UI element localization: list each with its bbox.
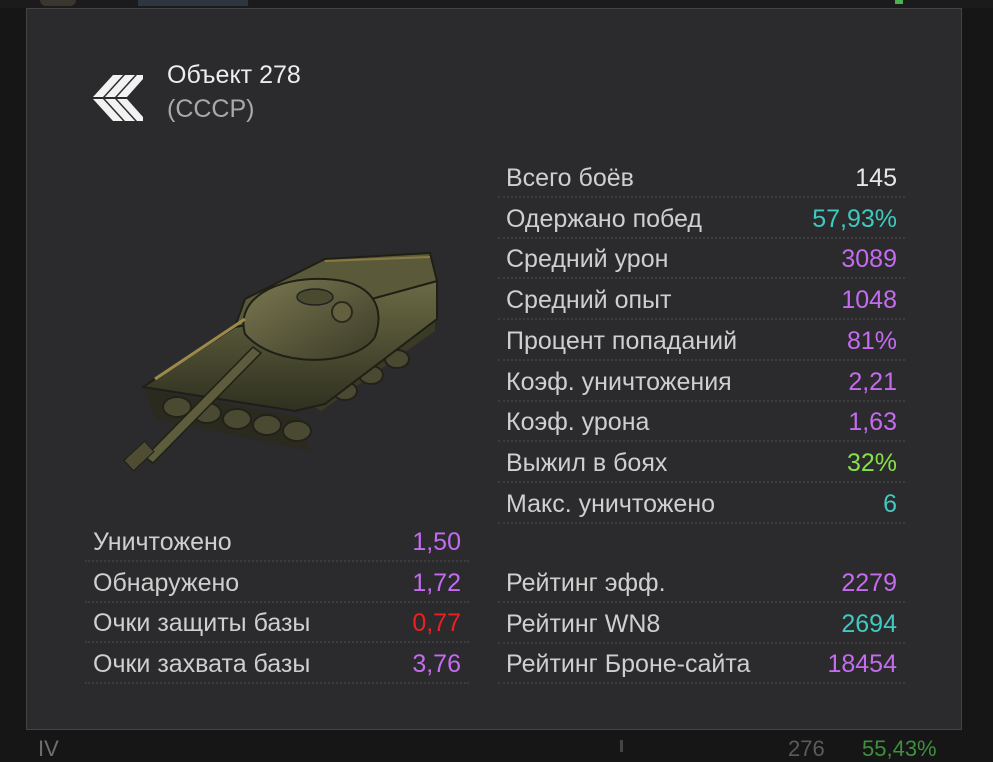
stat-value: 1,63: [848, 408, 897, 437]
stat-value: 57,93%: [812, 204, 897, 233]
stat-label: Выжил в боях: [506, 448, 668, 477]
background-row-fragment: [138, 0, 248, 6]
background-list-next-row[interactable]: IV 276 55,43%: [0, 732, 993, 761]
ratings-row: Рейтинг эфф. 2279: [498, 563, 905, 603]
stat-value: 1048: [841, 286, 897, 315]
heavy-tank-class-icon: [93, 75, 143, 121]
stat-label: Процент попаданий: [506, 326, 738, 355]
main-stats-row: Всего боёв 145: [498, 158, 905, 198]
stat-value: 2,21: [848, 367, 897, 396]
background-row-divider: [620, 740, 623, 752]
stat-label: Уничтожено: [93, 528, 232, 556]
background-winrate-fragment: [895, 0, 903, 4]
stat-label: Коэф. урона: [506, 408, 650, 437]
background-tank-thumbnail: [40, 0, 76, 6]
stat-value: 3,76: [412, 650, 461, 679]
tank-image: [123, 251, 439, 472]
main-stats-row: Выжил в боях 32%: [498, 443, 905, 483]
main-stats-row: Коэф. урона 1,63: [498, 402, 905, 443]
background-row-tier: IV: [38, 736, 59, 761]
stat-value: 3089: [841, 245, 897, 274]
avg-stats-row: Очки защиты базы 0,77: [85, 603, 469, 644]
stat-label: Обнаружено: [93, 568, 240, 597]
stat-label: Средний опыт: [506, 286, 672, 315]
main-stats-row: Коэф. уничтожения 2,21: [498, 362, 905, 402]
main-stats-row: Процент попаданий 81%: [498, 321, 905, 361]
main-stats-row: Средний опыт 1048: [498, 280, 905, 321]
ratings-row: Рейтинг WN8 2694: [498, 604, 905, 644]
tank-name: Объект 278: [167, 61, 301, 89]
stat-label: Рейтинг Броне-сайта: [506, 650, 751, 679]
stat-label: Макс. уничтожено: [506, 489, 716, 518]
avg-stats-row: Уничтожено 1,50: [85, 522, 469, 562]
ratings-row: Рейтинг Броне-сайта 18454: [498, 644, 905, 685]
stat-value: 2694: [841, 609, 897, 638]
stat-label: Рейтинг WN8: [506, 609, 661, 638]
background-row-winrate: 55,43%: [862, 736, 937, 761]
stat-label: Всего боёв: [506, 164, 634, 192]
stat-label: Средний урон: [506, 245, 669, 274]
stat-label: Рейтинг эфф.: [506, 569, 666, 597]
avg-stats-row: Обнаружено 1,72: [85, 563, 469, 603]
stat-value: 2279: [841, 569, 897, 597]
stat-label: Одержано побед: [506, 204, 702, 233]
stat-value: 1,50: [412, 528, 461, 556]
background-row-battles: 276: [788, 736, 825, 761]
tank-nation: (СССР): [167, 95, 255, 123]
stat-label: Очки защиты базы: [93, 609, 311, 638]
tank-stats-popup: Объект 278 (СССР) Всего боёв 145 Одержан…: [26, 8, 962, 730]
stat-value: 81%: [846, 326, 897, 355]
stat-label: Очки захвата базы: [93, 650, 311, 679]
avg-stats-row: Очки захвата базы 3,76: [85, 644, 469, 685]
stat-value: 18454: [827, 650, 897, 679]
main-stats-row: Одержано побед 57,93%: [498, 199, 905, 239]
stat-value: 6: [883, 489, 897, 518]
stat-value: 32%: [846, 448, 897, 477]
stat-value: 0,77: [412, 609, 461, 638]
stat-label: Коэф. уничтожения: [506, 367, 732, 396]
main-stats-row: Макс. уничтожено 6: [498, 484, 905, 524]
stat-value: 145: [855, 164, 897, 192]
background-list-top: [0, 0, 993, 8]
main-stats-row: Средний урон 3089: [498, 239, 905, 280]
stat-value: 1,72: [412, 568, 461, 597]
